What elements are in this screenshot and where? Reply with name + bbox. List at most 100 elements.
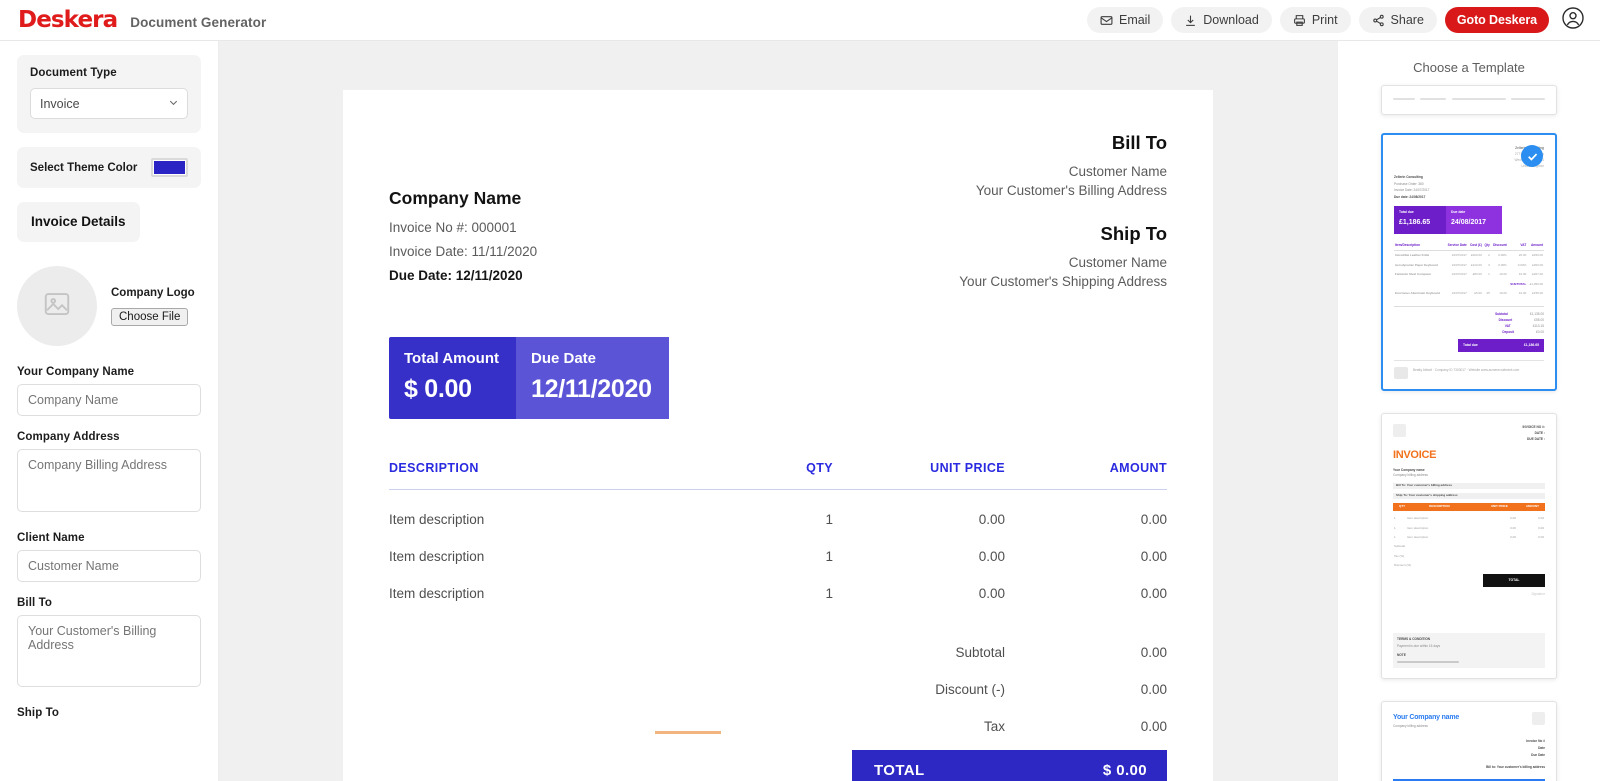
top-app-bar: Deskera Document Generator Email Downloa… (0, 0, 1600, 41)
pr3c2: £5.00 (1474, 290, 1482, 295)
purple-row: Aerodynamic Paper Keyboard 24/07/2017 £1… (1394, 261, 1544, 270)
line-items-header-row: DESCRIPTION QTY UNIT PRICE AMOUNT (389, 461, 1167, 490)
pr1c5: 0.00% (1517, 262, 1527, 267)
company-address-input[interactable] (17, 449, 201, 512)
purple-summary-box: Total due £1,186.65 Due date 24/08/2017 (1394, 205, 1502, 234)
tax-value: 0.00 (1140, 719, 1167, 734)
print-button[interactable]: Print (1279, 7, 1351, 33)
or0c0: 1 (1394, 516, 1396, 521)
or1c2: 0.00 (1510, 525, 1516, 530)
pr3c6: £155.00 (1532, 290, 1543, 295)
table-row: Item description 1 0.00 0.00 (389, 564, 1167, 601)
doc-invoice-date: Invoice Date: 11/11/2020 (389, 244, 538, 259)
field-ship-to: Ship To (17, 707, 201, 719)
company-name-input[interactable] (17, 384, 201, 416)
row-qty: 1 (825, 512, 833, 527)
blue-logo-icon (1532, 711, 1545, 725)
brand: Deskera Document Generator (0, 7, 266, 33)
invoice-header: Company Name Invoice No #: 000001 Invoic… (389, 132, 1167, 293)
ship-to-name: Customer Name (1068, 255, 1167, 270)
purple-subtotal-tag: SUBTOTAL (1510, 281, 1527, 286)
bill-to-name: Customer Name (1068, 164, 1167, 179)
purple-row: Incredible Leather Knife 24/07/2017 £200… (1394, 251, 1544, 261)
pr1c6: £300.00 (1532, 262, 1543, 267)
row-amount: 0.00 (1140, 549, 1167, 564)
orange-row: 1 Item description 0.00 0.00 (1393, 524, 1545, 533)
template-panel[interactable]: Choose a Template Zellerin 2771 Wexford … (1337, 41, 1600, 781)
purple-due-date: Due date: 24/08/2017 (1394, 194, 1426, 199)
choose-file-button[interactable]: Choose File (111, 307, 189, 326)
bill-to-address: Your Customer's Billing Address (975, 183, 1167, 198)
ship-to-title: Ship To (1100, 223, 1167, 244)
orange-edge-sliver (655, 731, 721, 734)
document-canvas: Company Name Invoice No #: 000001 Invoic… (219, 41, 1337, 781)
pr0c1: 24/07/2017 (1451, 253, 1467, 258)
orange-h1: DESCRIPTION (1429, 504, 1450, 509)
document-type-select[interactable]: Invoice (30, 88, 188, 119)
client-name-input[interactable] (17, 550, 201, 582)
email-button[interactable]: Email (1086, 7, 1164, 33)
total-amount-cell: Total Amount $ 0.00 (389, 337, 516, 419)
theme-color-swatch[interactable] (151, 158, 188, 177)
invoice-issuer-block: Company Name Invoice No #: 000001 Invoic… (389, 132, 537, 293)
subtotal-value: 0.00 (1140, 645, 1167, 660)
purple-sum-3-v: £0.00 (1536, 329, 1544, 334)
row-amount: 0.00 (1140, 586, 1167, 601)
print-icon (1293, 14, 1306, 27)
theme-color-fill (154, 161, 185, 174)
orange-address: Company billing address (1393, 473, 1428, 478)
purple-footer-text: Beatty Abbott · Company ID 7303017 · Web… (1413, 367, 1520, 372)
orange-t0: Subtotal (1394, 544, 1406, 549)
due-date-summary-label: Due Date (530, 350, 597, 367)
theme-color-card: Select Theme Color (17, 147, 201, 188)
bill-to-label: Bill To (17, 597, 52, 609)
share-button[interactable]: Share (1358, 7, 1437, 33)
grand-total-value: $ 0.00 (1102, 762, 1147, 779)
pr3c4: 10.00 (1499, 290, 1507, 295)
pr0c2: £200.00 (1470, 253, 1482, 258)
template-list: Zellerin Consulting 2771 Webster Valley … (1338, 85, 1600, 781)
row-qty: 1 (825, 586, 833, 601)
or2c1: Item description (1407, 534, 1429, 539)
row-description: Item description (389, 549, 485, 564)
row-unit-price: 0.00 (978, 549, 1005, 564)
purple-footer: Beatty Abbott · Company ID 7303017 · Web… (1394, 359, 1544, 379)
line-items-table: DESCRIPTION QTY UNIT PRICE AMOUNT Item d… (389, 461, 1167, 601)
row-description: Item description (389, 512, 485, 527)
user-account-button[interactable] (1560, 6, 1586, 33)
row-amount: 0.00 (1140, 512, 1167, 527)
orange-t2: Discount (%) (1394, 563, 1412, 568)
pr2c2: £80.00 (1472, 272, 1482, 277)
template-thumb-purple[interactable]: Zellerin Consulting 2771 Webster Valley … (1381, 133, 1557, 391)
orange-h3: AMOUNT (1525, 504, 1539, 509)
print-label: Print (1311, 13, 1338, 27)
pr0c5: 20.00 (1518, 253, 1527, 258)
purple-items-table: Item/Description Service Date Cost (£) Q… (1394, 240, 1544, 299)
pr1c0: Aerodynamic Paper Keyboard (1395, 262, 1438, 267)
download-icon (1184, 14, 1197, 27)
bill-to-input[interactable] (17, 615, 201, 687)
purple-footer-total: Total due £1,186.65 (1458, 339, 1544, 352)
purple-subtotal-row: SUBTOTAL £1,050.00 (1394, 280, 1544, 289)
goto-deskera-button[interactable]: Goto Deskera (1444, 7, 1549, 33)
settings-sidebar[interactable]: Document Type Invoice Select Theme Color… (0, 41, 219, 781)
blue-template-preview: Your Company name Company billing addres… (1382, 702, 1556, 781)
orange-template-preview: INVOICE NO #: DATE : DUE DATE : INVOICE … (1382, 414, 1556, 678)
orange-terms-text: Payment is due within 15 days (1397, 643, 1441, 648)
download-button[interactable]: Download (1171, 7, 1272, 33)
col-qty: QTY (701, 461, 833, 490)
pr3c0: Enormous Aluminum Keyboard (1395, 290, 1440, 295)
purple-due-date-label: Due date (1451, 209, 1466, 214)
orange-items-table: 1 Item description 0.00 0.00 1 Item desc… (1393, 514, 1545, 570)
document-type-select-wrap: Invoice (30, 88, 188, 119)
template-thumb-partial[interactable] (1381, 85, 1557, 115)
ph-4: Discount (1490, 240, 1508, 252)
ph-1: Service Date (1444, 240, 1468, 252)
orange-totals-row: Tax (%) (1393, 552, 1545, 561)
template-thumb-orange[interactable]: INVOICE NO #: DATE : DUE DATE : INVOICE … (1381, 412, 1557, 679)
totals-row-tax: Tax 0.00 (389, 697, 1167, 734)
company-logo-preview[interactable] (17, 266, 97, 346)
template-thumb-blue[interactable]: Your Company name Company billing addres… (1381, 700, 1557, 781)
company-logo-row: Company Logo Choose File (17, 266, 201, 346)
total-amount-label: Total Amount (404, 350, 499, 367)
